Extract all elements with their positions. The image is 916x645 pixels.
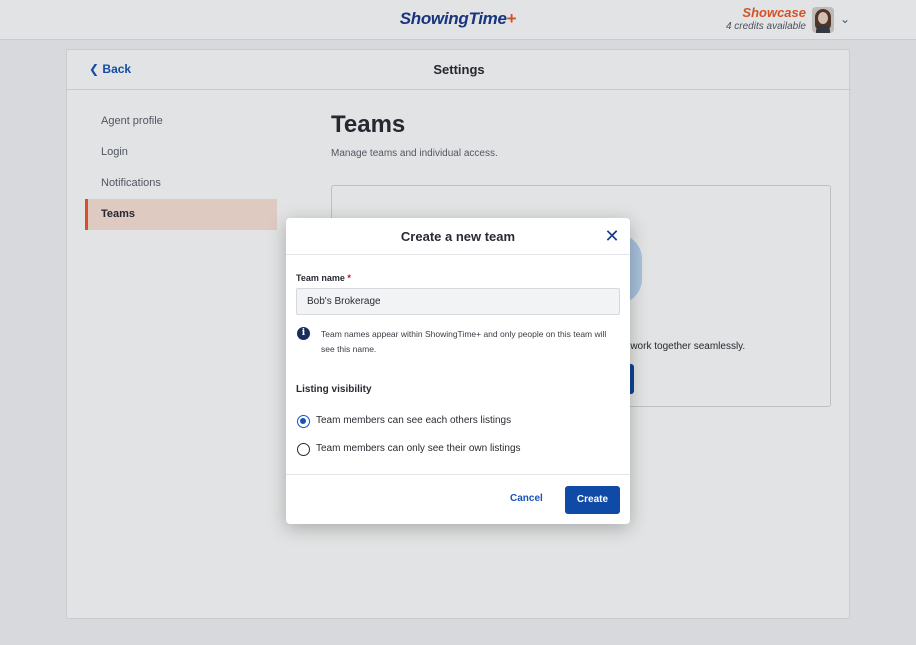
team-name-help-text: Team names appear within ShowingTime+ an… [321, 329, 607, 354]
required-mark: * [347, 273, 351, 283]
radio-button[interactable] [297, 443, 310, 456]
close-icon[interactable]: ✕ [603, 226, 621, 246]
cancel-button[interactable]: Cancel [510, 493, 543, 504]
visibility-option-label: Team members can only see their own list… [316, 443, 521, 454]
listing-visibility-title: Listing visibility [296, 384, 372, 395]
visibility-option-label: Team members can see each others listing… [316, 415, 512, 426]
create-team-dialog: Create a new team ✕ Team name * i Team n… [286, 218, 630, 524]
team-name-input[interactable] [296, 288, 620, 315]
create-button[interactable]: Create [565, 486, 620, 514]
info-icon: i [297, 327, 310, 340]
radio-button-checked[interactable] [297, 415, 310, 428]
dialog-header: Create a new team ✕ [286, 218, 630, 255]
team-name-label-text: Team name [296, 273, 345, 283]
dialog-title: Create a new team [400, 229, 516, 244]
team-name-label: Team name * [296, 273, 351, 283]
dialog-divider [286, 474, 630, 475]
